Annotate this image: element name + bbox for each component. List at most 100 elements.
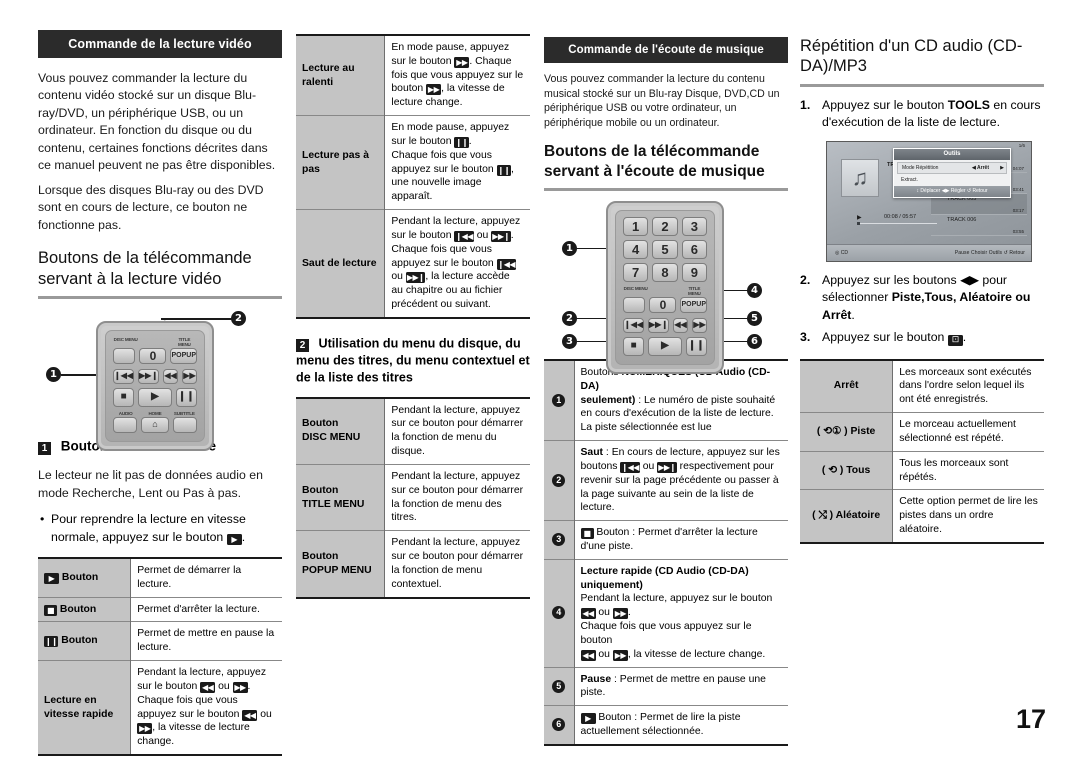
play-button[interactable]: ▶ [648, 336, 682, 356]
key-4[interactable]: 4 [623, 239, 649, 259]
circle-number-icon: 5 [552, 679, 566, 693]
track-name: TRACK 006 [947, 216, 977, 223]
home-button[interactable]: ⌂ [140, 416, 170, 433]
disc-menu-button[interactable] [623, 296, 646, 313]
label-disc-menu: DISC MENU [113, 336, 138, 342]
callout-6-music: 6 [747, 333, 762, 349]
row-key-slow: Lecture au ralenti [296, 35, 386, 116]
tv-source-value: CD [840, 249, 848, 256]
key-2[interactable]: 2 [652, 216, 678, 236]
fast-forward-button[interactable]: ▶▶ [692, 317, 707, 333]
music-buttons-table: 1 Boutons NUMÉRIQUES (CD Audio (CD-DA)se… [544, 358, 788, 746]
repeat-modes-table: Arrêt Les morceaux sont exécutés dans l'… [800, 358, 1044, 544]
key-8[interactable]: 8 [652, 262, 678, 282]
pause-button[interactable]: ❙❙ [685, 336, 707, 356]
rewind-icon: ◀◀ [580, 608, 596, 620]
tv-screenshot: 1/6 ♫ TRACK 001 ▶ 00:08 / 05:57 TRACK 00… [826, 140, 1032, 262]
key-9[interactable]: 9 [681, 262, 707, 282]
callout-2-music: 2 [562, 310, 577, 326]
row-value-stop-label: Bouton : Permet d'arrêter la lecture d'u… [580, 527, 758, 552]
track-duration: 03:17 [1012, 207, 1024, 213]
album-art-icon: ♫ [841, 158, 879, 197]
step-1: 1. Appuyez sur le bouton TOOLS en cours … [800, 97, 1044, 132]
playback-note: Le lecteur ne lit pas de données audio e… [38, 467, 282, 502]
repeat-all-icon: ⟲ [828, 464, 837, 476]
tv-progress-bar[interactable] [857, 221, 937, 225]
tv-time: 00:08 / 05:57 [884, 213, 917, 220]
remote-playback-row: ■ ▶ ❙❙ [113, 387, 197, 407]
subheading-label: Utilisation du menu du disque, du menu d… [296, 336, 530, 385]
row-key-line2: POPUP MENU [302, 564, 372, 576]
table-row: 6 ▶ Bouton : Permet de lire la piste act… [544, 705, 788, 745]
row-value-stop: ■ Bouton : Permet d'arrêter la lecture d… [574, 520, 788, 560]
left-arrow-icon[interactable]: ◀ [972, 165, 976, 171]
step-3-text-a: Appuyez sur le bouton [822, 330, 948, 345]
step-2-text: Appuyez sur les boutons ◀▶ pour sélectio… [822, 272, 1044, 324]
row-number-4: 4 [544, 559, 575, 668]
rewind-button[interactable]: ◀◀ [673, 317, 689, 333]
pause-button[interactable]: ❙❙ [175, 387, 197, 407]
track-duration: 03:41 [1012, 186, 1024, 192]
table-row: 5 Pause : Permet de mettre en pause une … [544, 667, 788, 706]
tools-repeat-mode-row[interactable]: Mode Répétition ◀ Arrêt ▶ [897, 161, 1007, 174]
fast-forward-button[interactable]: ▶▶ [182, 368, 197, 384]
table-row: 4 Lecture rapide (CD Audio (CD-DA) uniqu… [544, 559, 788, 668]
remote-body: DISC MENU TITLE MENU 0 POPUP ❙◀◀ ▶▶❙ ◀◀ … [96, 320, 214, 451]
stop-button[interactable]: ■ [113, 387, 135, 407]
repeat-heading: Répétition d'un CD audio (CD-DA)/MP3 [800, 37, 1023, 76]
list-item[interactable]: TRACK 006 03:55 [931, 215, 1027, 236]
label-spacer [142, 337, 167, 347]
key-5[interactable]: 5 [652, 239, 678, 259]
zero-key[interactable]: 0 [649, 296, 677, 313]
subtitle-button[interactable] [173, 416, 197, 433]
remote-menu-row: 0 POPUP [113, 347, 197, 364]
remote-top-labels: DISC MENU TITLE MENU [113, 337, 197, 347]
key-6[interactable]: 6 [681, 239, 707, 259]
label-audio: AUDIO [118, 410, 133, 416]
play-button[interactable]: ▶ [138, 387, 172, 407]
audio-button[interactable] [113, 416, 137, 433]
row-key-label: Bouton [61, 635, 98, 647]
forward-icon: ▶▶ [137, 723, 153, 735]
table-row: Lecture en vitesse rapide Pendant la lec… [38, 660, 282, 756]
play-icon: ▶ [226, 533, 242, 545]
row-number-5: 5 [544, 667, 575, 706]
right-arrow-icon[interactable]: ▶ [1000, 165, 1004, 171]
disc-menu-button[interactable] [113, 347, 136, 364]
next-button[interactable]: ▶▶❙ [648, 317, 670, 333]
previous-button[interactable]: ❙◀◀ [113, 368, 135, 384]
row-key-title-menu: Bouton TITLE MENU [296, 464, 386, 531]
remote-menu-row-music: 0 POPUP [623, 296, 707, 313]
row-value-play: Permet de démarrer la lecture. [130, 558, 282, 598]
video-remote-heading: Boutons de la télécommande servant à la … [38, 249, 252, 288]
zero-key[interactable]: 0 [139, 347, 167, 364]
remote-menu-labels: DISC MENU TITLE MENU [623, 286, 707, 296]
forward-icon: ▶▶ [612, 608, 628, 620]
circle-number-icon: 3 [552, 533, 566, 547]
video-intro-paragraph-2: Lorsque des disques Blu-ray ou des DVD s… [38, 182, 264, 232]
label-spacer [652, 286, 677, 296]
next-button[interactable]: ▶▶❙ [138, 368, 160, 384]
row-value-play: ▶ Bouton : Permet de lire la piste actue… [574, 705, 788, 745]
rewind-button[interactable]: ◀◀ [163, 368, 179, 384]
stop-icon: ■ [580, 528, 594, 540]
callout-5-music: 5 [747, 310, 762, 326]
stop-button[interactable]: ■ [623, 336, 645, 356]
popup-menu-button[interactable]: POPUP [170, 347, 197, 364]
remote-transport-row: ❙◀◀ ▶▶❙ ◀◀ ▶▶ [113, 368, 197, 384]
table-row: ▶ Bouton Permet de démarrer la lecture. [38, 558, 282, 598]
popup-menu-button[interactable]: POPUP [680, 296, 707, 313]
label-title-menu: TITLE MENU [687, 285, 701, 296]
tools-repeat-mode-current: Arrêt [977, 164, 989, 171]
key-7[interactable]: 7 [623, 262, 649, 282]
row-value-disc-menu: Pendant la lecture, appuyez sur ce bouto… [384, 397, 530, 465]
remote-inner-panel-music: 1 2 3 4 5 6 7 8 9 DISC MENU TITLE MENU 0… [615, 209, 715, 365]
key-1[interactable]: 1 [623, 216, 649, 236]
tools-extract-row[interactable]: Extract. [894, 176, 1010, 186]
row-value-pause: Permet de mettre en pause la lecture. [130, 621, 282, 661]
row-value-play-label: Bouton : Permet de lire la piste actuell… [580, 712, 741, 738]
previous-button[interactable]: ❙◀◀ [623, 317, 645, 333]
row-value-aleatoire: Cette option permet de lire les pistes d… [892, 489, 1044, 543]
row-key-label: Tous [846, 464, 871, 476]
key-3[interactable]: 3 [681, 216, 707, 236]
